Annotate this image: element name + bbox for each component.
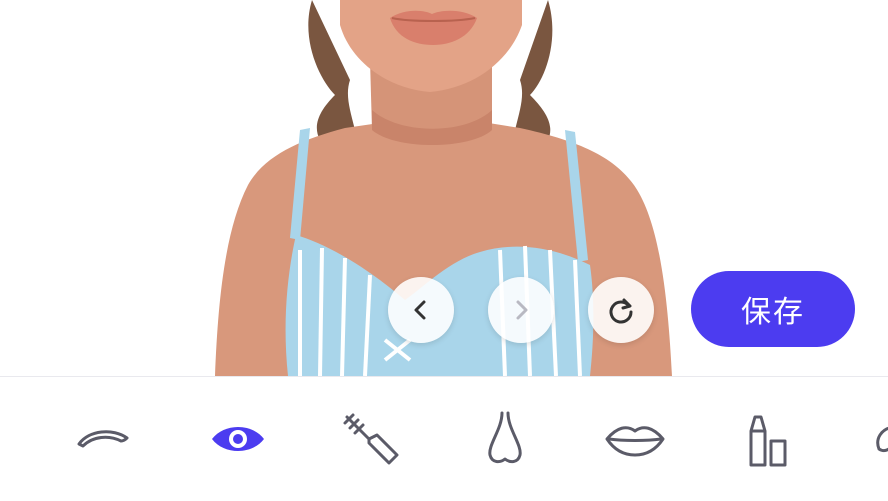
- tool-eye[interactable]: [203, 407, 273, 471]
- save-button[interactable]: 保存: [691, 271, 855, 347]
- lipstick-icon: [749, 415, 787, 467]
- tool-eyebrow[interactable]: [68, 407, 138, 471]
- face-icon: [876, 426, 888, 453]
- makeup-category-toolbar: [0, 376, 888, 501]
- tool-lips[interactable]: [600, 407, 670, 471]
- reset-button[interactable]: [588, 277, 654, 343]
- refresh-icon: [609, 298, 633, 324]
- undo-button[interactable]: [388, 277, 454, 343]
- tool-nose[interactable]: [470, 407, 540, 471]
- eyebrow-icon: [77, 430, 129, 448]
- tool-face[interactable]: [862, 407, 888, 471]
- lips-icon: [605, 426, 665, 457]
- avatar-viewport[interactable]: 保存: [0, 0, 888, 376]
- mascara-icon: [343, 413, 399, 465]
- chevron-left-icon: [414, 300, 426, 320]
- tool-mascara[interactable]: [336, 407, 406, 471]
- redo-button[interactable]: [488, 277, 554, 343]
- nose-icon: [488, 411, 522, 464]
- eye-icon: [212, 427, 264, 451]
- tool-lipstick[interactable]: [733, 407, 803, 471]
- chevron-right-icon: [516, 300, 528, 320]
